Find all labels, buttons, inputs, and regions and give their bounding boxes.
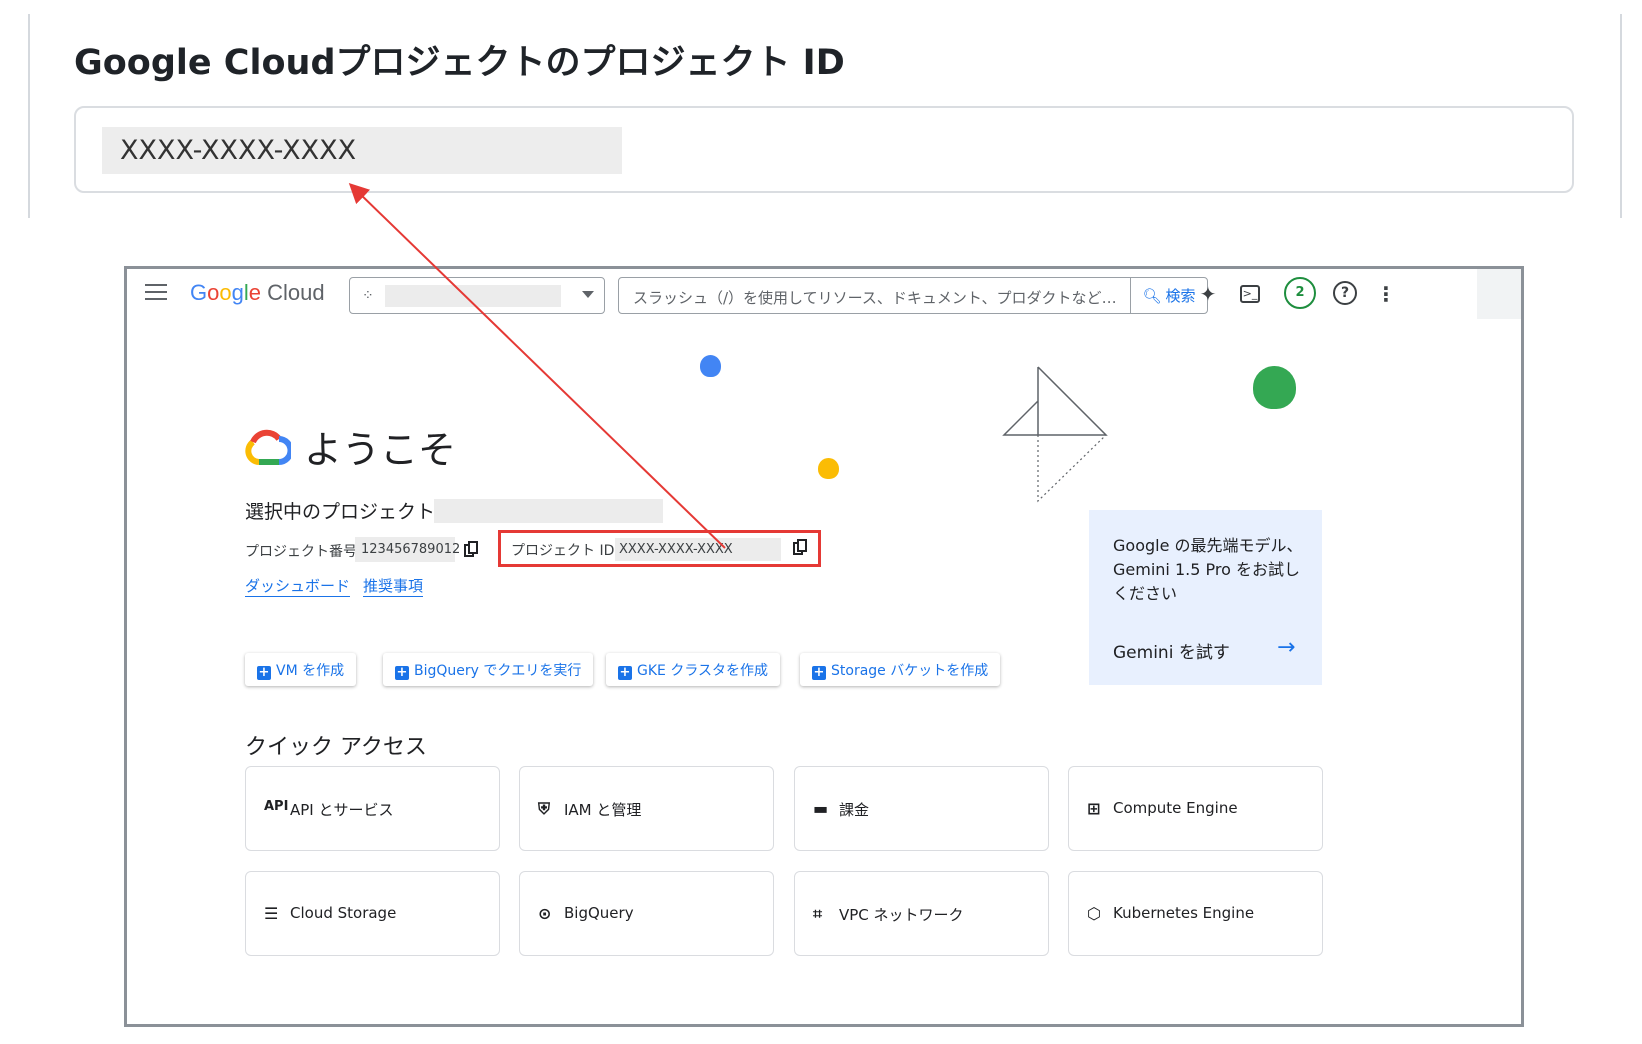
network-icon: ⌗ bbox=[813, 904, 823, 923]
quick-access-compute-engine[interactable]: ⊞ Compute Engine bbox=[1068, 766, 1323, 851]
create-gke-cluster-button[interactable]: + GKE クラスタを作成 bbox=[606, 653, 781, 686]
google-cloud-icon bbox=[245, 429, 291, 465]
copy-icon[interactable] bbox=[464, 541, 480, 559]
console-top-bar: Google Cloud ⁘ スラッシュ（/）を使用してリソース、ドキュメント、… bbox=[127, 269, 1521, 319]
selected-project-name bbox=[434, 499, 663, 523]
green-decor-shape bbox=[1253, 366, 1296, 409]
create-vm-button[interactable]: + VM を作成 bbox=[245, 653, 357, 686]
page-title: Google Cloudプロジェクトのプロジェクト ID bbox=[74, 43, 845, 83]
copy-icon[interactable] bbox=[793, 539, 809, 557]
project-number-label: プロジェクト番号: bbox=[245, 544, 362, 560]
console-screenshot: Google Cloud ⁘ スラッシュ（/）を使用してリソース、ドキュメント、… bbox=[124, 266, 1524, 1027]
kubernetes-icon: ⬡ bbox=[1087, 904, 1101, 923]
cloud-shell-icon[interactable]: >_ bbox=[1240, 285, 1260, 303]
add-icon: + bbox=[812, 665, 826, 680]
project-picker-name bbox=[385, 285, 561, 307]
project-id-highlight: プロジェクト ID: XXXX-XXXX-XXXX bbox=[498, 530, 821, 567]
search-icon: 🔍︎ bbox=[1142, 286, 1162, 305]
blue-decor-shape bbox=[700, 355, 721, 377]
project-id-label: プロジェクト ID: bbox=[511, 543, 620, 559]
bigquery-icon: ⊙ bbox=[538, 904, 552, 923]
project-picker-icon: ⁘ bbox=[362, 288, 374, 304]
notification-badge[interactable]: 2 bbox=[1284, 277, 1316, 309]
paper-plane-illustration bbox=[1002, 366, 1108, 503]
search-placeholder: スラッシュ（/）を使用してリソース、ドキュメント、プロダクトなどを検索 bbox=[633, 289, 1129, 307]
search-input[interactable]: スラッシュ（/）を使用してリソース、ドキュメント、プロダクトなどを検索 🔍︎ 検索 bbox=[618, 277, 1208, 314]
bigquery-query-button[interactable]: + BigQuery でクエリを実行 bbox=[383, 653, 594, 686]
project-picker[interactable]: ⁘ bbox=[349, 277, 605, 314]
quick-access-api[interactable]: API API とサービス bbox=[245, 766, 500, 851]
dashboard-link[interactable]: ダッシュボード bbox=[245, 575, 351, 597]
gemini-promo-text: Google の最先端モデル、Gemini 1.5 Pro をお試しください bbox=[1113, 536, 1303, 603]
project-id-value: XXXX-XXXX-XXXX bbox=[615, 538, 781, 561]
google-cloud-logo[interactable]: Google Cloud bbox=[190, 280, 325, 306]
gemini-promo-card[interactable]: Google の最先端モデル、Gemini 1.5 Pro をお試しください G… bbox=[1089, 510, 1322, 685]
left-divider bbox=[28, 14, 30, 218]
project-id-field[interactable]: XXXX-XXXX-XXXX bbox=[74, 106, 1574, 193]
recommendations-link[interactable]: 推奨事項 bbox=[363, 575, 424, 597]
project-id-field-value[interactable]: XXXX-XXXX-XXXX bbox=[102, 127, 622, 174]
gemini-sparkle-icon[interactable]: ✦ bbox=[1195, 281, 1221, 307]
quick-access-vpc-network[interactable]: ⌗ VPC ネットワーク bbox=[794, 871, 1049, 956]
quick-access-title: クイック アクセス bbox=[245, 735, 427, 760]
chevron-down-icon bbox=[582, 291, 594, 298]
create-storage-bucket-button[interactable]: + Storage バケットを作成 bbox=[800, 653, 1001, 686]
chip-icon: ⊞ bbox=[1087, 799, 1101, 818]
yellow-decor-shape bbox=[818, 458, 839, 479]
storage-icon: ☰ bbox=[264, 904, 279, 923]
project-number-value: 123456789012 bbox=[355, 537, 460, 562]
add-icon: + bbox=[257, 665, 271, 680]
api-icon: API bbox=[264, 799, 289, 814]
quick-access-iam[interactable]: ⛨ IAM と管理 bbox=[519, 766, 774, 851]
help-icon[interactable]: ? bbox=[1333, 281, 1357, 305]
add-icon: + bbox=[395, 665, 409, 680]
welcome-title: ようこそ bbox=[304, 428, 457, 472]
quick-access-kubernetes-engine[interactable]: ⬡ Kubernetes Engine bbox=[1068, 871, 1323, 956]
selected-project-label: 選択中のプロジェクト bbox=[245, 501, 436, 523]
menu-icon[interactable] bbox=[145, 284, 167, 304]
arrow-right-icon[interactable]: → bbox=[1277, 635, 1295, 660]
top-bar-end bbox=[1477, 269, 1521, 319]
try-gemini-link[interactable]: Gemini を試す bbox=[1113, 638, 1230, 663]
right-divider bbox=[1620, 14, 1622, 218]
billing-icon: ▬ bbox=[813, 799, 829, 818]
quick-access-cloud-storage[interactable]: ☰ Cloud Storage bbox=[245, 871, 500, 956]
quick-access-billing[interactable]: ▬ 課金 bbox=[794, 766, 1049, 851]
quick-access-bigquery[interactable]: ⊙ BigQuery bbox=[519, 871, 774, 956]
shield-icon: ⛨ bbox=[538, 799, 551, 818]
add-icon: + bbox=[618, 665, 632, 680]
more-vert-icon[interactable]: ⋮ bbox=[1373, 281, 1399, 307]
